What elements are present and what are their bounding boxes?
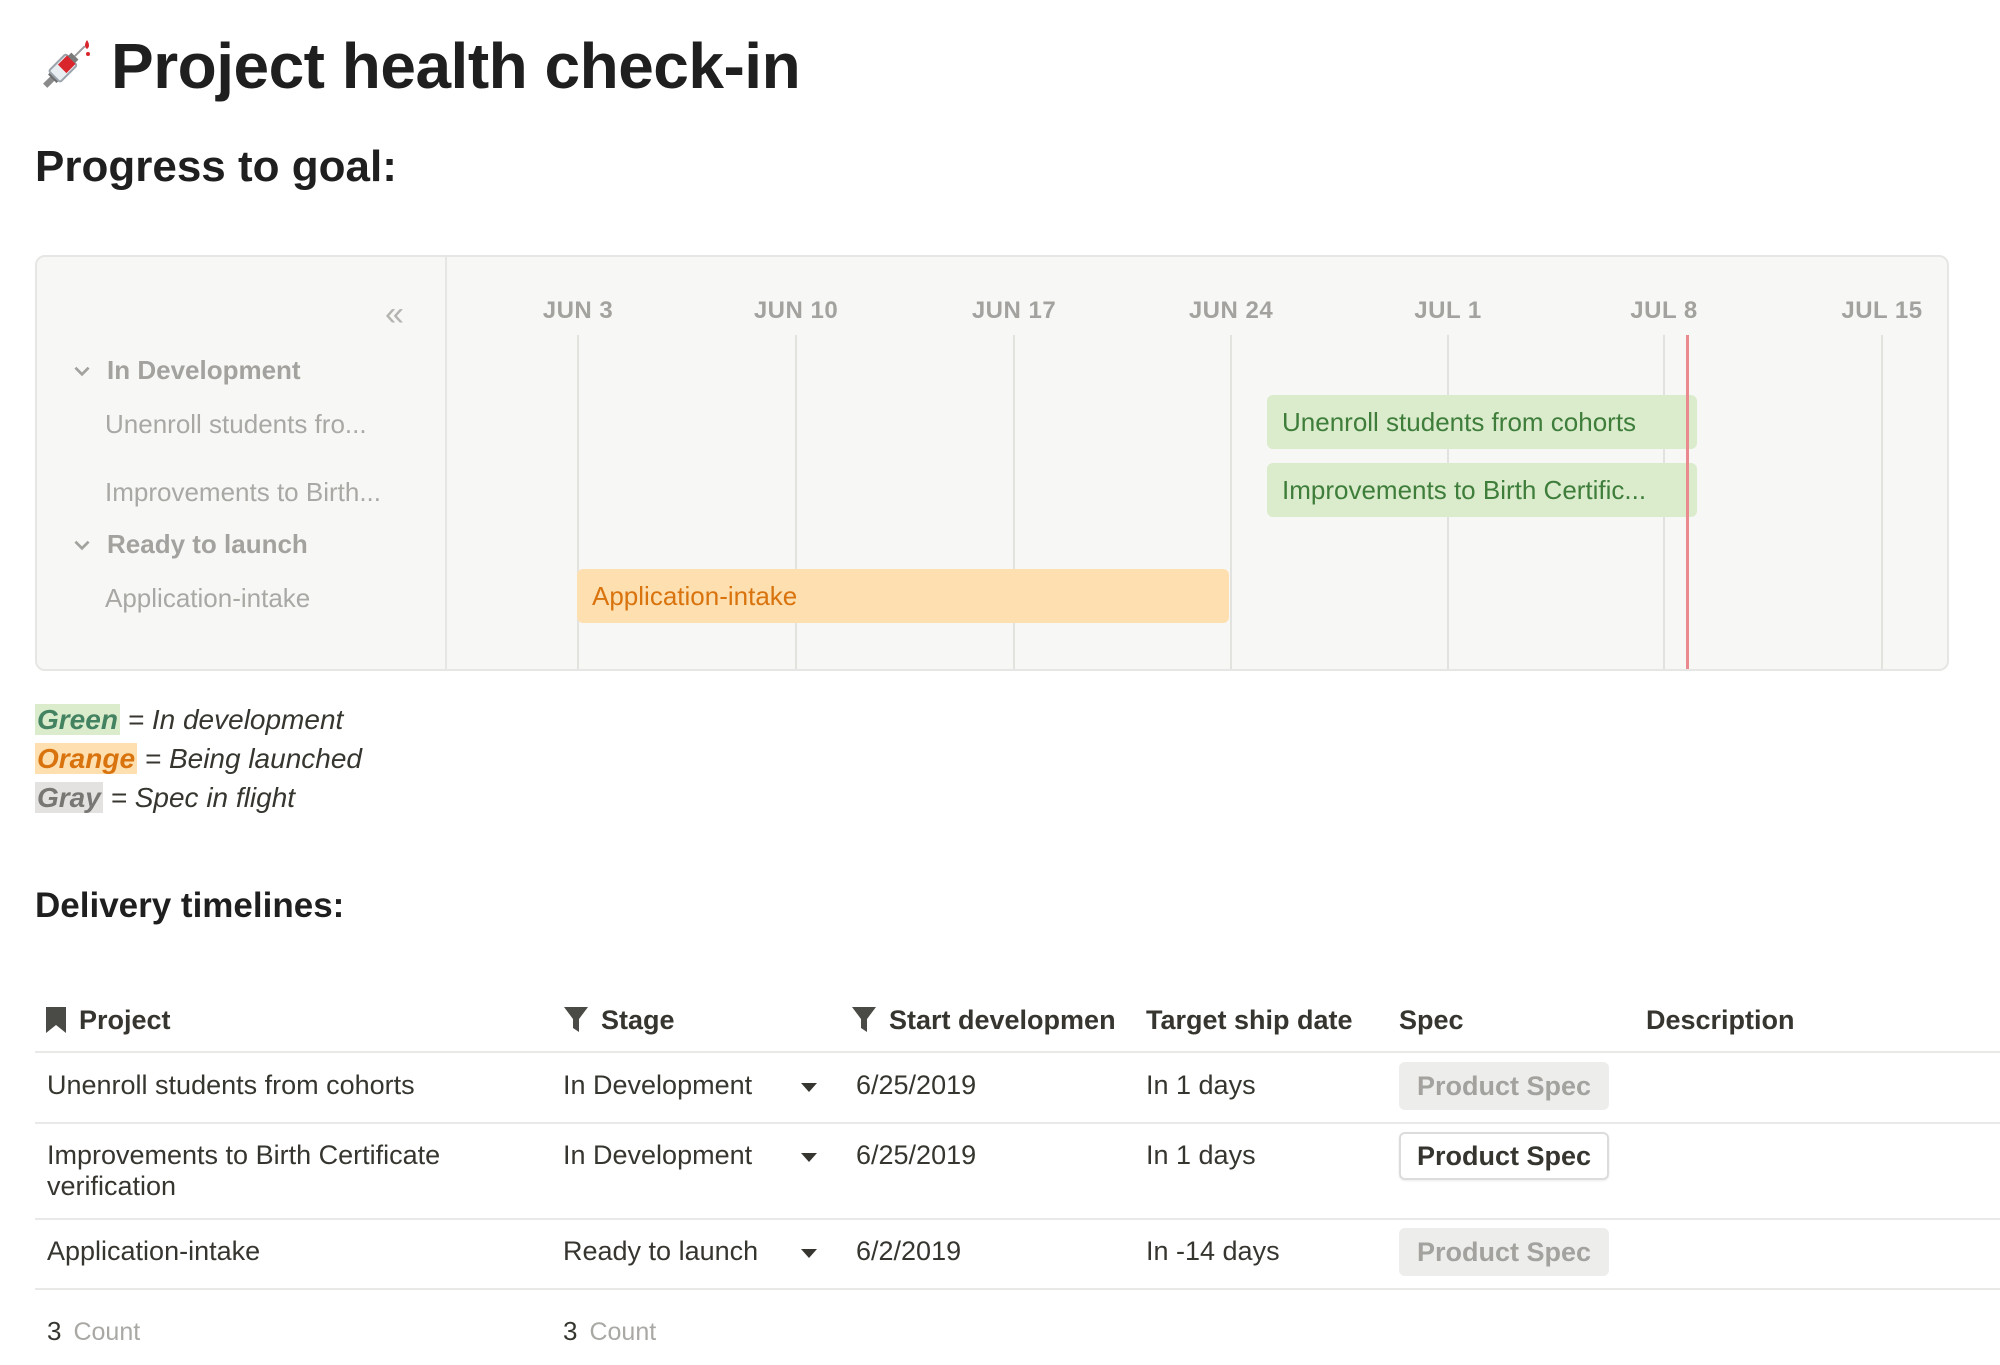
column-header-label: Stage — [601, 1004, 675, 1035]
legend-desc: = In development — [119, 704, 344, 735]
legend-row: Orange = Being launched — [35, 739, 362, 778]
cell-target-date[interactable]: In 1 days — [1146, 1140, 1256, 1171]
legend-row: Gray = Spec in flight — [35, 778, 362, 817]
timeline-board: « In Development Unenroll students fro..… — [35, 255, 1949, 671]
syringe-icon — [43, 40, 90, 88]
cell-project-line: verification — [47, 1171, 177, 1201]
column-header-target[interactable]: Target ship date — [1146, 990, 1353, 1050]
count-value: 3 — [563, 1316, 578, 1346]
stage-dropdown-arrow[interactable] — [801, 1083, 817, 1092]
chevron-down-icon — [74, 540, 90, 550]
cell-project[interactable]: Unenroll students from cohorts — [47, 1070, 415, 1101]
group-label: Ready to launch — [107, 529, 308, 559]
group-in-development[interactable]: In Development — [71, 355, 301, 386]
column-header-label: Start developmen — [889, 1004, 1116, 1035]
date-label: JUN 24 — [1188, 297, 1274, 324]
date-label: JUN 17 — [971, 297, 1057, 324]
bookmark-icon — [46, 1007, 66, 1033]
cell-target-date[interactable]: In -14 days — [1146, 1236, 1280, 1267]
cell-project[interactable]: Improvements to Birth Certificate verifi… — [47, 1140, 440, 1202]
legend-key-gray: Gray — [35, 782, 103, 813]
row-divider — [35, 1218, 2000, 1220]
timeline-bar-unenroll[interactable]: Unenroll students from cohorts — [1267, 395, 1697, 449]
stage-count[interactable]: 3 Count — [563, 1316, 656, 1347]
row-divider — [35, 1051, 2000, 1053]
cell-stage[interactable]: In Development — [563, 1070, 752, 1101]
delivery-heading: Delivery timelines: — [35, 886, 345, 925]
column-header-spec[interactable]: Spec — [1399, 990, 1464, 1050]
stage-dropdown-arrow[interactable] — [801, 1249, 817, 1258]
color-legend: Green = In development Orange = Being la… — [35, 700, 362, 817]
column-header-start[interactable]: Start developmen — [851, 990, 1116, 1050]
date-label: JUL 8 — [1630, 297, 1698, 324]
cell-project[interactable]: Application-intake — [47, 1236, 260, 1267]
count-value: 3 — [47, 1316, 62, 1346]
timeline-bar-application-intake[interactable]: Application-intake — [577, 569, 1229, 623]
column-header-description[interactable]: Description — [1646, 990, 1795, 1050]
cell-start-date[interactable]: 6/25/2019 — [856, 1070, 976, 1101]
cell-project-line: Improvements to Birth Certificate — [47, 1140, 441, 1170]
timeline-row-label[interactable]: Improvements to Birth... — [105, 477, 381, 508]
product-spec-button[interactable]: Product Spec — [1399, 1132, 1609, 1180]
cell-target-date[interactable]: In 1 days — [1146, 1070, 1256, 1101]
group-label: In Development — [107, 355, 301, 385]
legend-key-green: Green — [35, 704, 120, 735]
timeline-row-label[interactable]: Unenroll students fro... — [105, 409, 367, 440]
column-header-stage[interactable]: Stage — [563, 990, 675, 1050]
timeline-row-label[interactable]: Application-intake — [105, 583, 310, 614]
stage-dropdown-arrow[interactable] — [801, 1153, 817, 1162]
timeline-sidebar: « In Development Unenroll students fro..… — [37, 257, 447, 669]
legend-desc: = Being launched — [137, 743, 362, 774]
page-header: Project health check-in — [33, 28, 801, 104]
count-label: Count — [589, 1318, 657, 1346]
legend-desc: = Spec in flight — [102, 782, 296, 813]
date-label: JUN 3 — [542, 297, 614, 324]
filter-icon — [564, 1007, 588, 1032]
timeline-bar-birth-certificate[interactable]: Improvements to Birth Certific... — [1267, 463, 1697, 517]
grid-line — [1230, 335, 1232, 669]
today-marker — [1686, 335, 1689, 669]
chevron-down-icon — [74, 366, 90, 376]
grid-line — [1881, 335, 1883, 669]
date-label: JUL 15 — [1841, 297, 1923, 324]
row-divider — [35, 1288, 2000, 1290]
filter-icon — [852, 1007, 876, 1032]
legend-key-orange: Orange — [35, 743, 138, 774]
timeline-grid: JUN 3 JUN 10 JUN 17 JUN 24 JUL 1 JUL 8 J… — [447, 257, 1947, 669]
date-label: JUN 10 — [753, 297, 839, 324]
double-chevron-left-icon[interactable]: « — [385, 297, 404, 331]
cell-start-date[interactable]: 6/2/2019 — [856, 1236, 961, 1267]
product-spec-button[interactable]: Product Spec — [1399, 1228, 1609, 1276]
row-divider — [35, 1122, 2000, 1124]
legend-row: Green = In development — [35, 700, 362, 739]
count-label: Count — [73, 1318, 141, 1346]
column-header-project[interactable]: Project — [45, 990, 171, 1050]
cell-start-date[interactable]: 6/25/2019 — [856, 1140, 976, 1171]
project-count[interactable]: 3 Count — [47, 1316, 140, 1347]
date-label: JUL 1 — [1414, 297, 1482, 324]
cell-stage[interactable]: Ready to launch — [563, 1236, 758, 1267]
product-spec-button[interactable]: Product Spec — [1399, 1062, 1609, 1110]
progress-heading: Progress to goal: — [35, 142, 397, 191]
page-title: Project health check-in — [111, 30, 801, 102]
cell-stage[interactable]: In Development — [563, 1140, 752, 1171]
column-header-label: Project — [79, 1004, 171, 1035]
group-ready-to-launch[interactable]: Ready to launch — [71, 529, 308, 560]
